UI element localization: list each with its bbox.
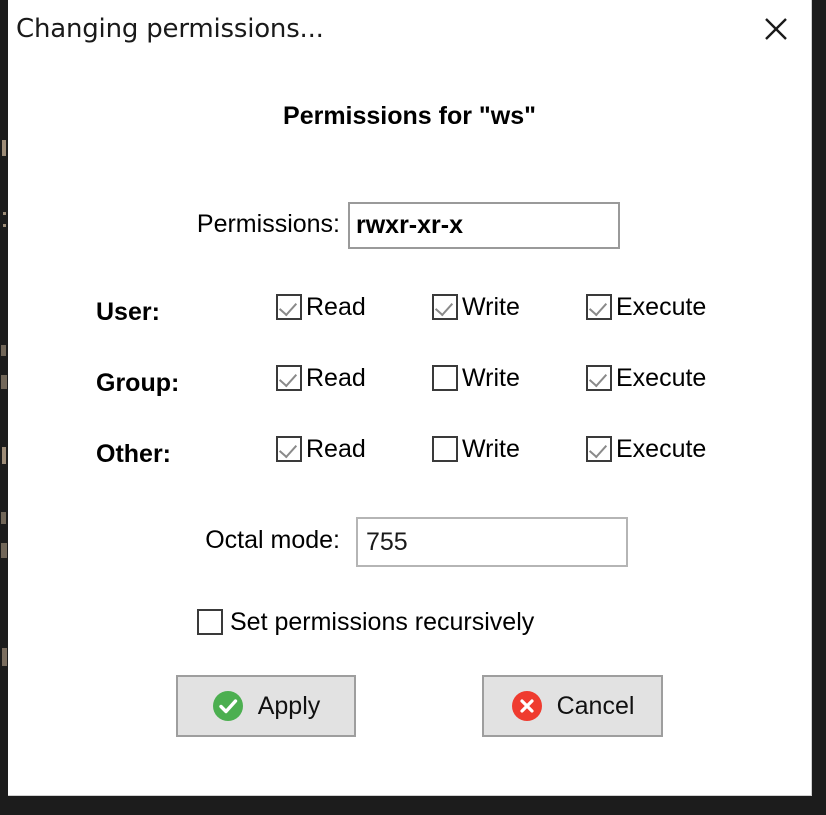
row-label-user: User: xyxy=(96,298,160,326)
checkbox-box xyxy=(432,436,458,462)
checkbox-other-read[interactable]: Read xyxy=(276,436,366,462)
checkbox-other-execute[interactable]: Execute xyxy=(586,436,706,462)
matrix-row-user: User: Read Write Execute xyxy=(8,284,811,355)
checkbox-box xyxy=(276,436,302,462)
checkbox-other-write[interactable]: Write xyxy=(432,436,520,462)
page-title: Permissions for "ws" xyxy=(283,102,536,130)
checkbox-label: Write xyxy=(462,364,520,392)
apply-button[interactable]: Apply xyxy=(176,675,356,737)
checkbox-box xyxy=(276,365,302,391)
octal-field-row: Octal mode: 755 xyxy=(8,517,811,567)
screen: Changing permissions... Permissions for … xyxy=(0,0,826,815)
checkbox-label: Read xyxy=(306,364,366,392)
checkbox-group-execute[interactable]: Execute xyxy=(586,365,706,391)
permissions-input[interactable]: rwxr-xr-x xyxy=(348,202,620,249)
checkbox-box xyxy=(432,294,458,320)
checkbox-user-write[interactable]: Write xyxy=(432,294,520,320)
checkbox-box xyxy=(586,294,612,320)
permissions-label: Permissions: xyxy=(196,210,340,238)
x-circle-icon xyxy=(511,690,543,722)
checkbox-set-recursively[interactable]: Set permissions recursively xyxy=(197,609,534,635)
octal-label: Octal mode: xyxy=(205,526,340,554)
checkbox-label: Write xyxy=(462,293,520,321)
checkbox-user-read[interactable]: Read xyxy=(276,294,366,320)
permissions-dialog: Changing permissions... Permissions for … xyxy=(8,0,812,796)
checkbox-label: Execute xyxy=(616,293,707,321)
checkbox-group-read[interactable]: Read xyxy=(276,365,366,391)
checkbox-user-execute[interactable]: Execute xyxy=(586,294,706,320)
apply-button-label: Apply xyxy=(257,691,321,720)
close-icon[interactable] xyxy=(759,12,793,46)
dialog-titlebar: Changing permissions... xyxy=(8,0,811,62)
octal-input[interactable]: 755 xyxy=(356,517,628,567)
permissions-field-row: Permissions: rwxr-xr-x xyxy=(8,202,811,250)
close-x-icon xyxy=(765,18,787,40)
checkbox-label: Read xyxy=(306,435,366,463)
checkbox-box xyxy=(276,294,302,320)
checkbox-group-write[interactable]: Write xyxy=(432,365,520,391)
checkbox-label: Read xyxy=(306,293,366,321)
row-label-group: Group: xyxy=(96,369,180,397)
checkbox-label: Write xyxy=(462,435,520,463)
cancel-button[interactable]: Cancel xyxy=(482,675,663,737)
checkbox-box xyxy=(197,609,223,635)
dialog-content: Permissions for "ws" Permissions: rwxr-x… xyxy=(8,62,811,796)
window-title: Changing permissions... xyxy=(16,14,324,44)
matrix-row-group: Group: Read Write Execute xyxy=(8,355,811,426)
checkbox-label: Execute xyxy=(616,435,707,463)
cancel-button-label: Cancel xyxy=(556,691,635,720)
matrix-row-other: Other: Read Write Execute xyxy=(8,426,811,497)
row-label-other: Other: xyxy=(96,440,171,468)
background-window xyxy=(0,0,8,815)
checkbox-box xyxy=(586,436,612,462)
checkbox-box xyxy=(586,365,612,391)
dialog-button-bar: Apply Cancel xyxy=(8,675,811,745)
check-circle-icon xyxy=(212,690,244,722)
checkbox-label: Execute xyxy=(616,364,707,392)
permission-matrix: User: Read Write Execute Group: Read Wri… xyxy=(8,284,811,497)
checkbox-label: Set permissions recursively xyxy=(230,608,535,636)
checkbox-box xyxy=(432,365,458,391)
